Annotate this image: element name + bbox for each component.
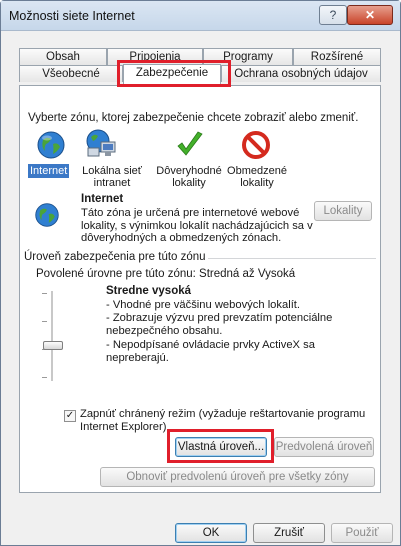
zone-info-description: Táto zóna je určená pre internetové webo… [81,207,313,244]
zone-label-internet[interactable]: Internet [28,164,70,178]
zone-label-trusted[interactable]: Dôveryhodné lokality [154,165,224,189]
level-name: Stredne vysoká [106,285,192,297]
help-button[interactable]: ? [319,5,347,25]
close-button[interactable]: ✕ [347,5,393,25]
protected-mode-label[interactable]: Zapnúť chránený režim (vyžaduje reštarto… [80,408,365,433]
question-icon: ? [329,8,337,22]
slider-track [51,291,53,381]
zone-label-restricted[interactable]: Obmedzené lokality [225,165,289,189]
window-title: Možnosti siete Internet [9,9,135,23]
slider-tick [42,377,47,378]
custom-level-button[interactable]: Vlastná úroveň... [175,437,267,457]
slider-thumb[interactable] [43,341,63,350]
level-bullet: - Vhodné pre väčšinu webových lokalít. [106,299,301,311]
apply-button[interactable]: Použiť [331,523,393,543]
zone-instruction: Vyberte zónu, ktorej zabezpečenie chcete… [28,112,359,124]
close-icon: ✕ [364,8,376,22]
checkmark-icon[interactable] [175,130,205,163]
internet-options-dialog: Možnosti siete Internet ? ✕ Obsah Pripoj… [0,0,401,546]
level-bullet: nebezpečného obsahu. [106,325,223,337]
protected-mode-checkbox[interactable]: ✓ [64,410,76,422]
tab-connections[interactable]: Pripojenia [107,48,203,65]
cancel-button[interactable]: Zrušiť [253,523,325,543]
ok-button[interactable]: OK [175,523,247,543]
restricted-icon[interactable] [241,130,271,163]
tab-general[interactable]: Všeobecné [19,65,123,82]
zone-info-globe-icon [34,202,60,231]
sites-button[interactable]: Lokality [314,201,372,221]
default-level-button[interactable]: Predvolená úroveň [274,437,374,457]
tab-privacy[interactable]: Ochrana osobných údajov [221,65,381,82]
slider-tick [42,321,47,322]
title-bar: Možnosti siete Internet ? ✕ [1,1,400,31]
security-level-slider[interactable] [40,291,64,381]
level-bullet: - Nepodpísané ovládacie prvky ActiveX sa… [106,339,315,364]
zone-info-title: Internet [81,193,124,205]
tab-programs[interactable]: Programy [203,48,293,65]
allowed-levels: Povolené úrovne pre túto zónu: Stredná a… [36,268,296,280]
security-panel: Vyberte zónu, ktorej zabezpečenie chcete… [19,85,381,493]
tab-security[interactable]: Zabezpečenie [123,64,221,84]
intranet-icon[interactable] [84,128,120,163]
tab-advanced[interactable]: Rozšírené [293,48,381,65]
security-group-title: Úroveň zabezpečenia pre túto zónu [22,251,208,263]
globe-icon[interactable] [36,130,66,163]
tab-content[interactable]: Obsah [19,48,107,65]
slider-tick [42,293,47,294]
level-bullet: - Zobrazuje výzvu pred prevzatím potenci… [106,312,333,324]
reset-all-zones-button[interactable]: Obnoviť predvolenú úroveň pre všetky zón… [100,467,375,487]
check-icon: ✓ [65,410,75,421]
zone-label-intranet[interactable]: Lokálna sieť intranet [80,165,144,189]
